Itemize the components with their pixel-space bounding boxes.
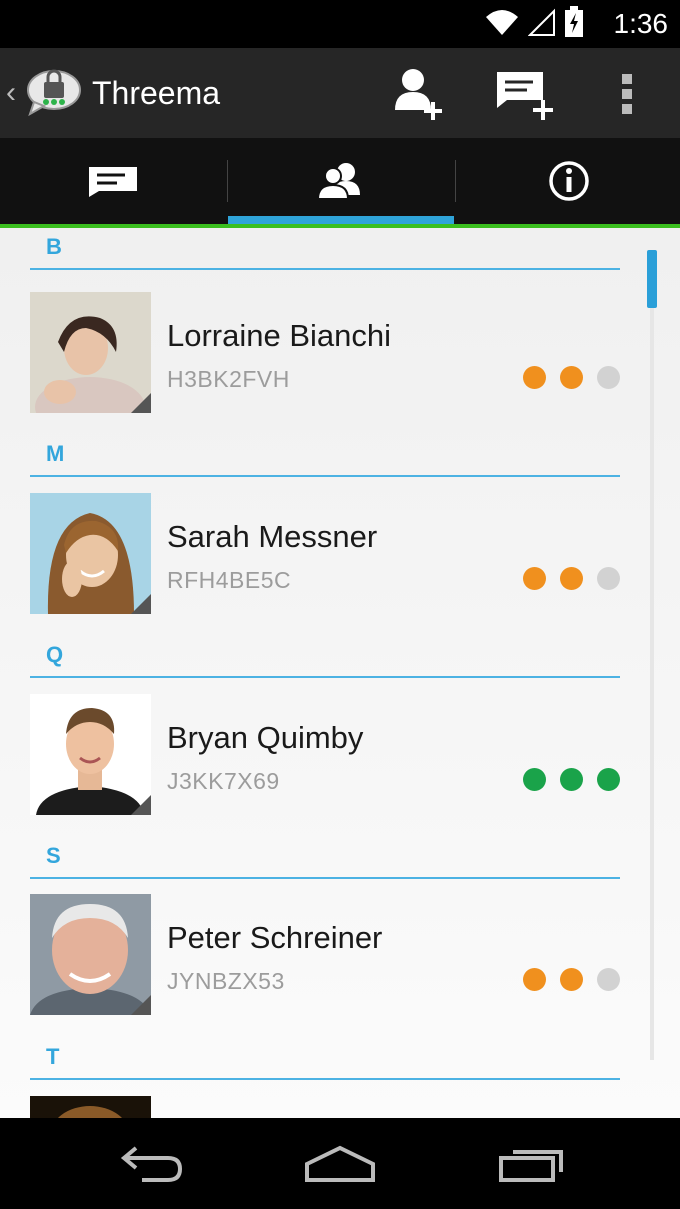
verification-dot (523, 968, 546, 991)
scrollbar-track[interactable] (650, 250, 654, 1060)
section-letter: Q (46, 642, 64, 667)
section-header: T (30, 1038, 620, 1080)
verification-level (523, 768, 620, 791)
verification-level (523, 567, 620, 590)
section-letter: S (46, 843, 61, 868)
up-chevron-icon[interactable]: ‹ (6, 76, 16, 110)
contact-row[interactable]: Sarah Messner RFH4BE5C (30, 493, 620, 615)
section-header: B (30, 228, 620, 270)
verification-dot (560, 366, 583, 389)
section-letter: T (46, 1044, 60, 1069)
tab-selected-indicator (228, 216, 454, 224)
scrollbar-thumb[interactable] (647, 250, 657, 308)
contact-name: Peter Schreiner (167, 920, 383, 955)
signal-icon (528, 8, 555, 36)
avatar-corner-indicator (131, 393, 151, 413)
new-message-icon (497, 72, 553, 120)
contact-row[interactable]: Peter Schreiner JYNBZX53 (30, 894, 620, 1016)
avatar[interactable] (30, 894, 151, 1015)
verification-dot (523, 768, 546, 791)
avatar[interactable] (30, 1096, 151, 1118)
contact-row[interactable]: Lorraine Bianchi H3BK2FVH (30, 292, 620, 414)
avatar-corner-indicator (131, 594, 151, 614)
status-icons (484, 6, 584, 38)
contact-name: Sarah Messner (167, 519, 378, 554)
avatar[interactable] (30, 694, 151, 815)
verification-dot (560, 768, 583, 791)
overflow-menu-icon (622, 74, 632, 114)
avatar-corner-indicator (131, 795, 151, 815)
contacts-icon (316, 163, 360, 200)
add-contact-icon (395, 69, 442, 120)
verification-dot (560, 968, 583, 991)
battery-charging-icon (565, 6, 583, 37)
verification-level (523, 968, 620, 991)
section-letter: B (46, 234, 62, 259)
tab-conversations[interactable] (0, 138, 226, 224)
new-message-button[interactable] (488, 62, 558, 126)
status-time: 1:36 (613, 8, 669, 39)
navigation-bar (0, 1118, 680, 1209)
home-icon (305, 1145, 375, 1182)
contact-threema-id: RFH4BE5C (167, 567, 292, 593)
contact-name: Bryan Quimby (167, 720, 364, 755)
section-header: M (30, 435, 620, 477)
verification-dot (560, 567, 583, 590)
avatar[interactable] (30, 292, 151, 413)
contact-threema-id: H3BK2FVH (167, 366, 290, 392)
info-icon (549, 161, 589, 201)
section-header: S (30, 837, 620, 879)
section-letter: M (46, 441, 65, 466)
avatar[interactable] (30, 493, 151, 614)
contact-row[interactable]: Bryan Quimby J3KK7X69 (30, 694, 620, 816)
tab-contacts[interactable] (228, 138, 454, 224)
contacts-list[interactable]: B Lorraine Bianchi H3BK2FVH M Sarah Mess… (0, 228, 680, 1118)
conversations-icon (89, 167, 137, 197)
nav-home-button[interactable] (295, 1138, 385, 1190)
recents-icon (499, 1150, 563, 1182)
verification-dot (523, 366, 546, 389)
wifi-icon (486, 10, 518, 35)
app-title: Threema (92, 75, 221, 111)
nav-recents-button[interactable] (487, 1138, 577, 1190)
contact-threema-id: JYNBZX53 (167, 968, 285, 994)
nav-back-button[interactable] (106, 1138, 196, 1190)
avatar-corner-indicator (131, 995, 151, 1015)
status-bar: 1:36 (0, 0, 680, 48)
verification-dot (597, 968, 620, 991)
add-contact-button[interactable] (382, 62, 452, 126)
contact-name: Lorraine Bianchi (167, 318, 392, 353)
tab-info[interactable] (456, 138, 680, 224)
verification-dot (523, 567, 546, 590)
verification-dot (597, 567, 620, 590)
contact-threema-id: J3KK7X69 (167, 768, 280, 794)
section-header: Q (30, 636, 620, 678)
contact-row[interactable] (30, 1096, 620, 1118)
verification-dot (597, 366, 620, 389)
action-bar: ‹ Threema (0, 48, 680, 138)
verification-level (523, 366, 620, 389)
back-icon (120, 1146, 183, 1182)
tab-bar (0, 138, 680, 224)
verification-dot (597, 768, 620, 791)
threema-logo-icon[interactable] (24, 66, 82, 118)
overflow-menu-button[interactable] (592, 62, 662, 126)
